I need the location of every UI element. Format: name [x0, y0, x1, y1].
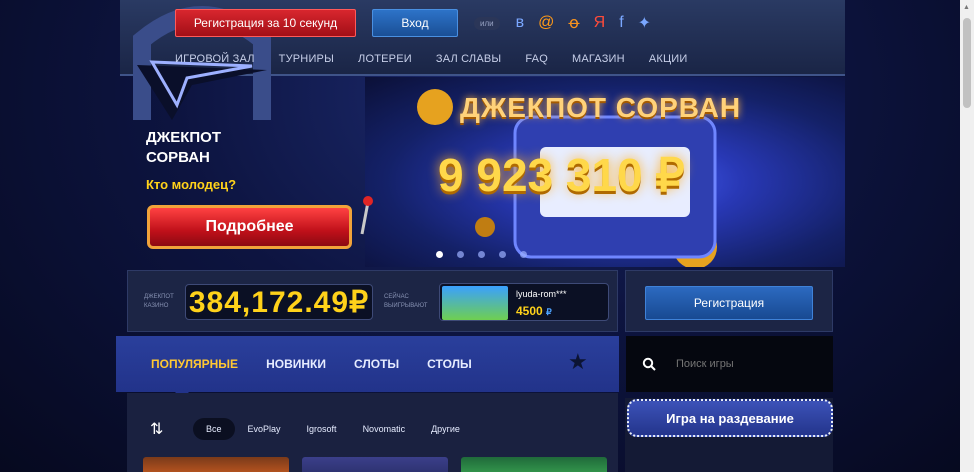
- banner-title: ДЖЕКПОТ СОРВАН: [460, 92, 742, 123]
- winner-name: lyuda-rom***: [516, 289, 567, 299]
- registration-panel: Регистрация: [625, 270, 833, 332]
- login-button[interactable]: Вход: [372, 9, 458, 37]
- facebook-icon[interactable]: f: [619, 14, 623, 32]
- game-card[interactable]: [461, 457, 607, 472]
- page-scrollbar[interactable]: ▲: [960, 0, 974, 472]
- jackpot-label: ДЖЕКПОТ КАЗИНО: [144, 294, 174, 309]
- slider-dot[interactable]: [520, 251, 527, 258]
- filter-novomatic[interactable]: Novomatic: [350, 418, 419, 440]
- game-category-tabs: Популярные Новинки Слоты Столы: [116, 336, 619, 392]
- scrollbar-thumb[interactable]: [963, 18, 971, 108]
- filter-igrosoft[interactable]: Igrosoft: [294, 418, 350, 440]
- jackpot-counter: 384,172.49₽: [185, 284, 373, 320]
- main-nav: Игровой зал Турниры Лотереи Зал славы FA…: [175, 53, 688, 65]
- filter-evoplay[interactable]: EvoPlay: [235, 418, 294, 440]
- jackpot-headline-line1: ДЖЕКПОТ: [146, 129, 222, 146]
- odnoklassniki-icon[interactable]: ꝋ: [568, 13, 579, 33]
- tab-popular[interactable]: Популярные: [151, 357, 238, 371]
- nav-item-lotteries[interactable]: Лотереи: [358, 53, 412, 65]
- details-button-label: Подробнее: [205, 218, 294, 235]
- promo-title[interactable]: Игра на раздевание: [627, 399, 833, 437]
- register-button[interactable]: Регистрация за 10 секунд: [175, 9, 356, 37]
- search-input[interactable]: [676, 358, 816, 370]
- filter-other[interactable]: Другие: [418, 418, 473, 440]
- side-register-button[interactable]: Регистрация: [645, 286, 813, 320]
- twitter-icon[interactable]: ✦: [638, 13, 651, 33]
- winner-currency: ₽: [546, 307, 552, 317]
- social-links: в @ ꝋ Я f ✦: [516, 13, 651, 33]
- details-button[interactable]: Подробнее: [147, 205, 352, 249]
- tab-new[interactable]: Новинки: [266, 357, 326, 371]
- side-register-label: Регистрация: [693, 296, 765, 310]
- sort-icon[interactable]: ⇅: [150, 419, 163, 439]
- register-button-label: Регистрация за 10 секунд: [193, 16, 338, 30]
- nav-item-promotions[interactable]: Акции: [649, 53, 688, 65]
- game-search: [626, 336, 833, 392]
- search-icon: [642, 357, 656, 371]
- jackpot-subline: Кто молодец?: [146, 177, 237, 192]
- jackpot-headline-line2: СОРВАН: [146, 149, 210, 166]
- winner-amount: 4500 ₽: [516, 304, 552, 318]
- slider-dot[interactable]: [499, 251, 506, 258]
- banner-amount: 9 923 310 ₽: [438, 149, 685, 201]
- nav-item-faq[interactable]: FAQ: [525, 53, 548, 65]
- yandex-icon[interactable]: Я: [594, 14, 606, 32]
- slider-dot[interactable]: [478, 251, 485, 258]
- tab-tables[interactable]: Столы: [427, 357, 472, 371]
- game-grid: [143, 457, 607, 472]
- slider-dots: [436, 251, 527, 258]
- login-button-label: Вход: [401, 16, 429, 30]
- vk-icon[interactable]: в: [516, 14, 525, 32]
- winner-amount-value: 4500: [516, 304, 543, 318]
- slider-dot[interactable]: [436, 251, 443, 258]
- jackpot-strip: ДЖЕКПОТ КАЗИНО 384,172.49₽ СЕЙЧАС ВЫИГРЫ…: [127, 270, 618, 332]
- or-label: или: [474, 16, 500, 30]
- provider-filters: Все EvoPlay Igrosoft Novomatic Другие: [193, 418, 473, 440]
- nav-item-hall-of-fame[interactable]: Зал славы: [436, 53, 502, 65]
- slot-lever-icon: [360, 196, 373, 235]
- recent-winner[interactable]: lyuda-rom*** 4500 ₽: [439, 283, 609, 321]
- filter-all[interactable]: Все: [193, 418, 235, 440]
- nav-item-tournaments[interactable]: Турниры: [279, 53, 334, 65]
- nav-item-game-hall[interactable]: Игровой зал: [175, 53, 255, 65]
- mail-ru-icon[interactable]: @: [538, 14, 554, 32]
- nav-item-shop[interactable]: Магазин: [572, 53, 625, 65]
- winning-now-label: СЕЙЧАС ВЫИГРЫВАЮТ: [384, 294, 428, 309]
- winner-game-thumbnail: [442, 286, 508, 320]
- game-card[interactable]: [143, 457, 289, 472]
- jackpot-headline: ДЖЕКПОТ СОРВАН: [146, 128, 221, 168]
- favorites-star-icon[interactable]: ★: [568, 349, 588, 375]
- scroll-up-icon[interactable]: ▲: [963, 4, 970, 11]
- tab-slots[interactable]: Слоты: [354, 357, 399, 371]
- slider-dot[interactable]: [457, 251, 464, 258]
- game-card[interactable]: [302, 457, 448, 472]
